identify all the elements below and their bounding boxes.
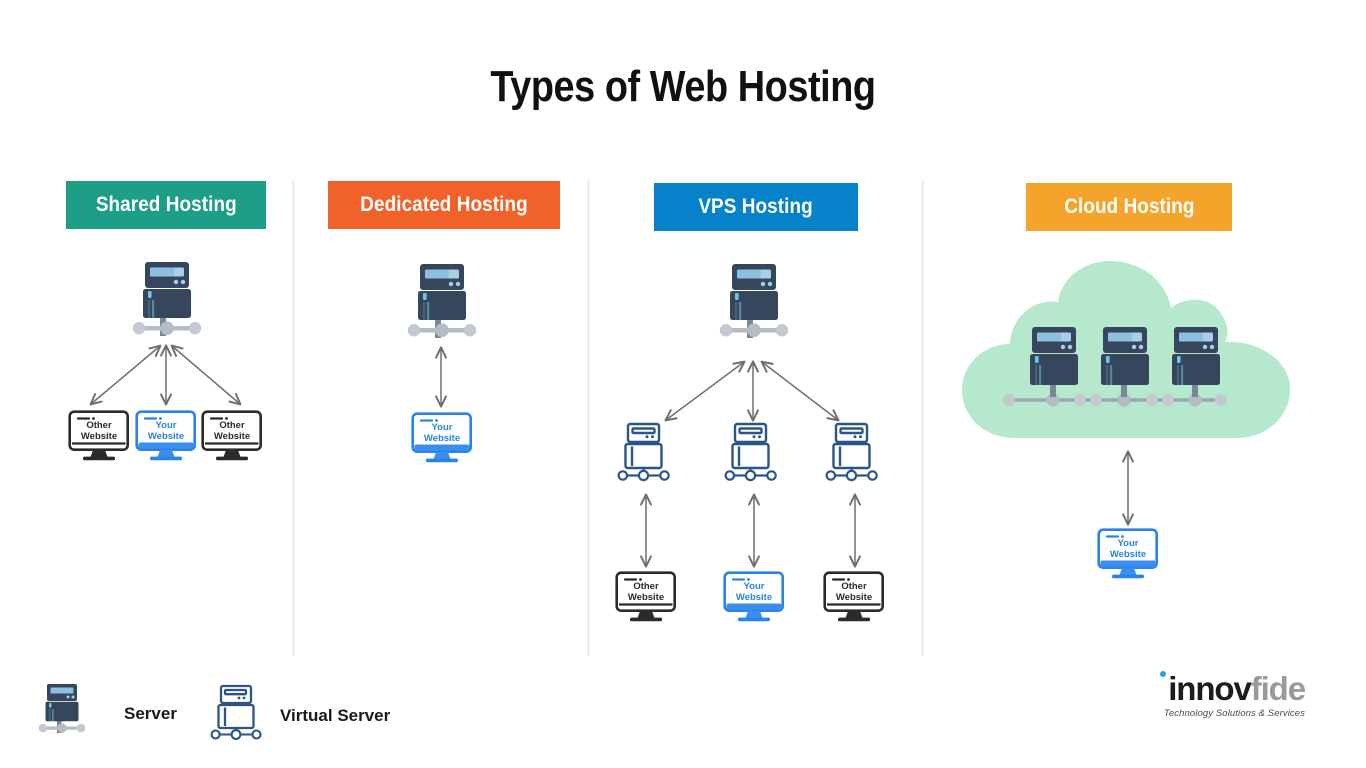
server-icon (34, 682, 90, 745)
column-divider-1 (292, 180, 295, 656)
column-header-dedicated[interactable]: Dedicated Hosting (328, 181, 560, 229)
server-icon-cloud-1 (1017, 325, 1093, 405)
legend-label-virtual-server: Virtual Server (280, 705, 391, 725)
legend-label-server: Server (124, 703, 177, 723)
brand-logo: innovfide Technology Solutions & Service… (1155, 670, 1306, 719)
monitor-your-website-cloud: Your Website (1097, 528, 1159, 580)
column-header-dedicated-label: Dedicated Hosting (360, 193, 528, 216)
virtual-server-icon-vps-3 (825, 422, 885, 484)
legend-item-server: Server (34, 682, 177, 745)
legend-item-virtual-server: Virtual Server (210, 684, 390, 747)
logo-tagline: Technology Solutions & Services (1163, 708, 1305, 719)
column-header-shared[interactable]: Shared Hosting (66, 181, 266, 229)
server-icon-cloud-2 (1088, 325, 1164, 405)
logo-text-innov: innov (1168, 670, 1252, 707)
monitor-your-website-vps: Your Website (723, 571, 785, 623)
virtual-server-icon-vps-1 (617, 422, 677, 484)
logo-dot-icon (1160, 671, 1166, 677)
column-header-vps-label: VPS Hosting (698, 195, 814, 218)
monitor-other-website-shared-2: Other Website (201, 410, 263, 462)
server-icon-vps (713, 262, 795, 348)
virtual-server-icon (210, 684, 266, 747)
monitor-other-website-vps-2: Other Website (823, 571, 885, 623)
server-icon-shared (126, 260, 208, 346)
virtual-server-icon-vps-2 (724, 422, 784, 484)
column-header-shared-label: Shared Hosting (95, 193, 237, 216)
column-header-vps[interactable]: VPS Hosting (654, 183, 858, 231)
monitor-other-website-vps-1: Other Website (615, 571, 677, 623)
logo-wordmark: innovfide (1155, 670, 1306, 707)
infographic-canvas: Types of Web Hosting Shared Hosting Dedi… (0, 0, 1366, 768)
server-icon-cloud-3 (1159, 325, 1235, 405)
monitor-other-website-shared-1: Other Website (68, 410, 130, 462)
column-header-cloud[interactable]: Cloud Hosting (1026, 183, 1232, 231)
page-title: Types of Web Hosting (490, 62, 876, 111)
logo-text-fide: fide (1250, 670, 1306, 707)
monitor-your-website-dedicated: Your Website (411, 412, 473, 464)
monitor-your-website-shared: Your Website (135, 410, 197, 462)
column-divider-3 (921, 180, 924, 656)
column-divider-2 (587, 180, 590, 656)
server-icon-dedicated (401, 262, 483, 348)
column-header-cloud-label: Cloud Hosting (1063, 195, 1195, 218)
